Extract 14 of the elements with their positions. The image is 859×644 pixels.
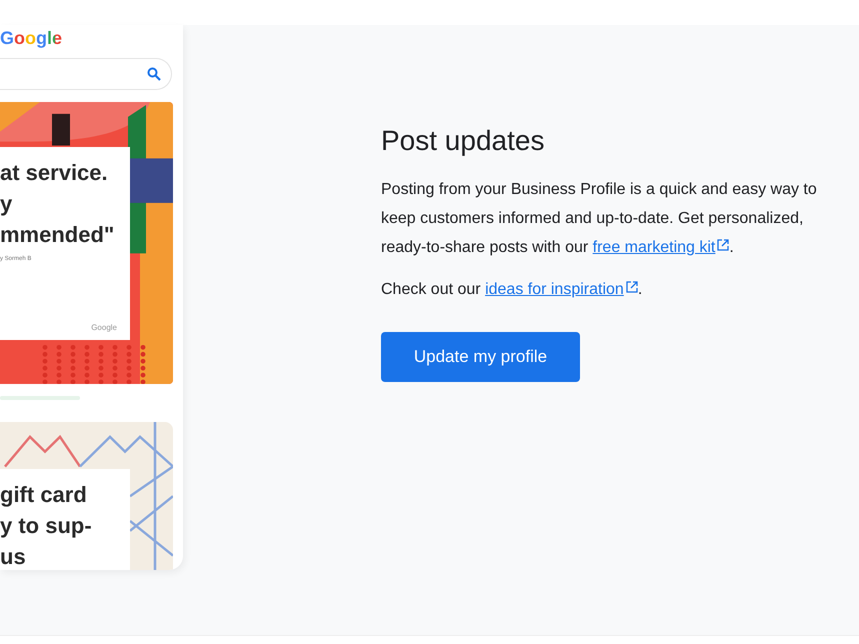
logo: Google [0, 28, 64, 49]
external-link-icon [717, 239, 730, 251]
description-text: Posting from your Business Profile is a quick and easy way to keep customers informed and up-to-date. Get personalized, ready-to-share posts with our free marketing kit . [381, 180, 818, 258]
link[interactable]: ideas for inspiration [485, 281, 638, 298]
description-text: Check out our ideas for inspiration . [381, 280, 644, 300]
brand-label: Google [91, 322, 117, 332]
section-title: Post updates [381, 125, 546, 157]
link[interactable]: free marketing kit [592, 239, 730, 256]
search-icon [147, 66, 161, 81]
gift-card-quote: gift card y to sup- us [0, 480, 93, 570]
search-field[interactable] [0, 58, 172, 90]
review-quote: at service. y mmended" [0, 158, 116, 249]
update-profile-button[interactable]: Update my profile [381, 332, 580, 382]
external-link-icon [626, 281, 638, 293]
